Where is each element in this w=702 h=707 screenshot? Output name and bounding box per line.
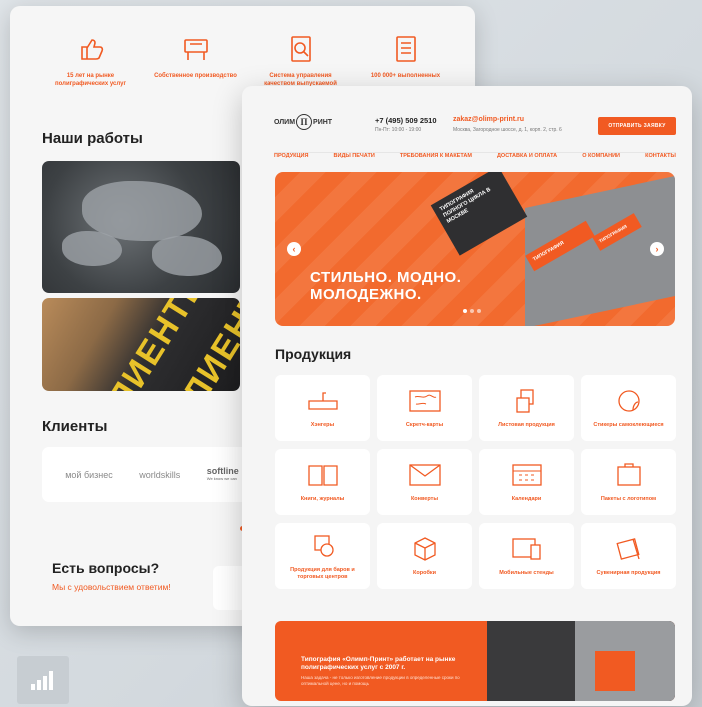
feature-item: Собственное производство: [143, 28, 248, 88]
product-tile-calendars[interactable]: Календари: [479, 449, 574, 515]
client-logo-worldskills: worldskills: [139, 469, 181, 480]
hero-dot[interactable]: [463, 309, 467, 313]
products-grid: Хэнгеры Скретч-карты Листовая продукция …: [275, 375, 677, 589]
site-header: ОЛИМ П РИНТ +7 (495) 509 2510 Пн-Пт: 10:…: [242, 86, 692, 148]
box-icon: [413, 537, 436, 561]
nav-item-about[interactable]: О КОМПАНИИ: [582, 153, 620, 159]
stand-icon: [511, 538, 541, 560]
nav-item-print-types[interactable]: ВИДЫ ПЕЧАТИ: [334, 153, 375, 159]
questions-title: Есть вопросы?: [52, 560, 160, 576]
scratch-map-icon: [408, 390, 441, 412]
clients-title: Клиенты: [42, 418, 108, 435]
work-image-map[interactable]: [42, 161, 240, 293]
bag-icon: [616, 463, 641, 486]
about-banner: Типография «Олимп-Принт» работает на рын…: [275, 621, 675, 701]
hero-next-arrow-icon[interactable]: ›: [650, 242, 664, 256]
book-icon: [307, 465, 338, 486]
features-row: 15 лет на рынке полиграфических услуг Со…: [38, 28, 458, 88]
feature-item: Система управления качеством выпускаемой: [248, 28, 353, 88]
about-text: Наша задача - не только изготовление про…: [301, 675, 460, 686]
questions-subtitle: Мы с удовольствием ответим!: [52, 582, 171, 592]
envelope-icon: [408, 464, 441, 486]
nav-item-delivery[interactable]: ДОСТАВКА И ОПЛАТА: [497, 153, 557, 159]
souvenir-icon: [615, 538, 640, 560]
address: Москва, Загородное шоссе, д. 1, корп. 2,…: [453, 127, 562, 133]
site-logo[interactable]: ОЛИМ П РИНТ: [274, 114, 332, 130]
nav-item-contacts[interactable]: КОНТАКТЫ: [645, 153, 676, 159]
product-tile-souvenirs[interactable]: Сувенирная продукция: [581, 523, 676, 589]
work-hours: Пн-Пт: 10:00 - 19:00: [375, 127, 422, 133]
product-tile-boxes[interactable]: Коробки: [377, 523, 472, 589]
product-tile-hangers[interactable]: Хэнгеры: [275, 375, 370, 441]
product-tile-books[interactable]: Книги, журналы: [275, 449, 370, 515]
works-title: Наши работы: [42, 130, 143, 147]
thumbs-up-icon: [80, 39, 103, 60]
softline-tagline: We know we can: [206, 475, 237, 481]
quality-search-icon: [290, 36, 311, 62]
printer-icon: [183, 39, 208, 60]
product-tile-pos[interactable]: Продукция для баров и торговых центров: [275, 523, 370, 589]
products-title: Продукция: [275, 346, 352, 362]
checklist-icon: [395, 36, 416, 62]
hero-prev-arrow-icon[interactable]: ‹: [287, 242, 301, 256]
desktop-page-card: ОЛИМ П РИНТ +7 (495) 509 2510 Пн-Пт: 10:…: [242, 86, 692, 706]
hanger-icon: [307, 392, 338, 410]
main-nav: ПРОДУКЦИЯ ВИДЫ ПЕЧАТИ ТРЕБОВАНИЯ К МАКЕТ…: [274, 152, 676, 159]
product-tile-bags[interactable]: Пакеты с логотипом: [581, 449, 676, 515]
send-request-button[interactable]: ОТПРАВИТЬ ЗАЯВКУ: [598, 117, 676, 135]
product-tile-stickers[interactable]: Стикеры самоклеющиеся: [581, 375, 676, 441]
client-logos: мой бизнес worldskills softline We know …: [42, 447, 262, 502]
client-logo-softline: softline We know we can: [206, 465, 239, 481]
phone-number[interactable]: +7 (495) 509 2510: [375, 116, 437, 125]
product-tile-stands[interactable]: Мобильные стенды: [479, 523, 574, 589]
product-tile-scratch-maps[interactable]: Скретч-карты: [377, 375, 472, 441]
signal-widget[interactable]: [17, 656, 69, 704]
email-link[interactable]: zakaz@olimp-print.ru: [453, 116, 524, 123]
feature-item: 100 000+ выполненных: [353, 28, 458, 88]
hero-heading: СТИЛЬНО. МОДНО. МОЛОДЕЖНО.: [310, 269, 462, 303]
feature-item: 15 лет на рынке полиграфических услуг: [38, 28, 143, 88]
hero-banner: ТИПОГРАФИЯ ПОЛНОГО ЦИКЛА В МОСКВЕ ТИПОГР…: [275, 172, 675, 326]
signal-bars-icon: [31, 671, 53, 690]
client-logo-moy-biznes: мой бизнес: [65, 469, 113, 480]
hero-dots[interactable]: [463, 309, 481, 313]
nav-item-requirements[interactable]: ТРЕБОВАНИЯ К МАКЕТАМ: [400, 153, 472, 159]
sticker-icon: [617, 390, 640, 412]
sheets-icon: [515, 389, 534, 413]
calendar-icon: [511, 464, 542, 486]
product-tile-sheets[interactable]: Листовая продукция: [479, 375, 574, 441]
hero-dot[interactable]: [477, 309, 481, 313]
about-title: Типография «Олимп-Принт» работает на рын…: [301, 656, 456, 671]
work-image-clients[interactable]: КЛИЕНТЫ КЛИЕНТЫ: [42, 298, 240, 391]
pos-icon: [313, 534, 334, 557]
product-tile-envelopes[interactable]: Конверты: [377, 449, 472, 515]
hero-dot[interactable]: [470, 309, 474, 313]
nav-item-products[interactable]: ПРОДУКЦИЯ: [274, 153, 308, 159]
